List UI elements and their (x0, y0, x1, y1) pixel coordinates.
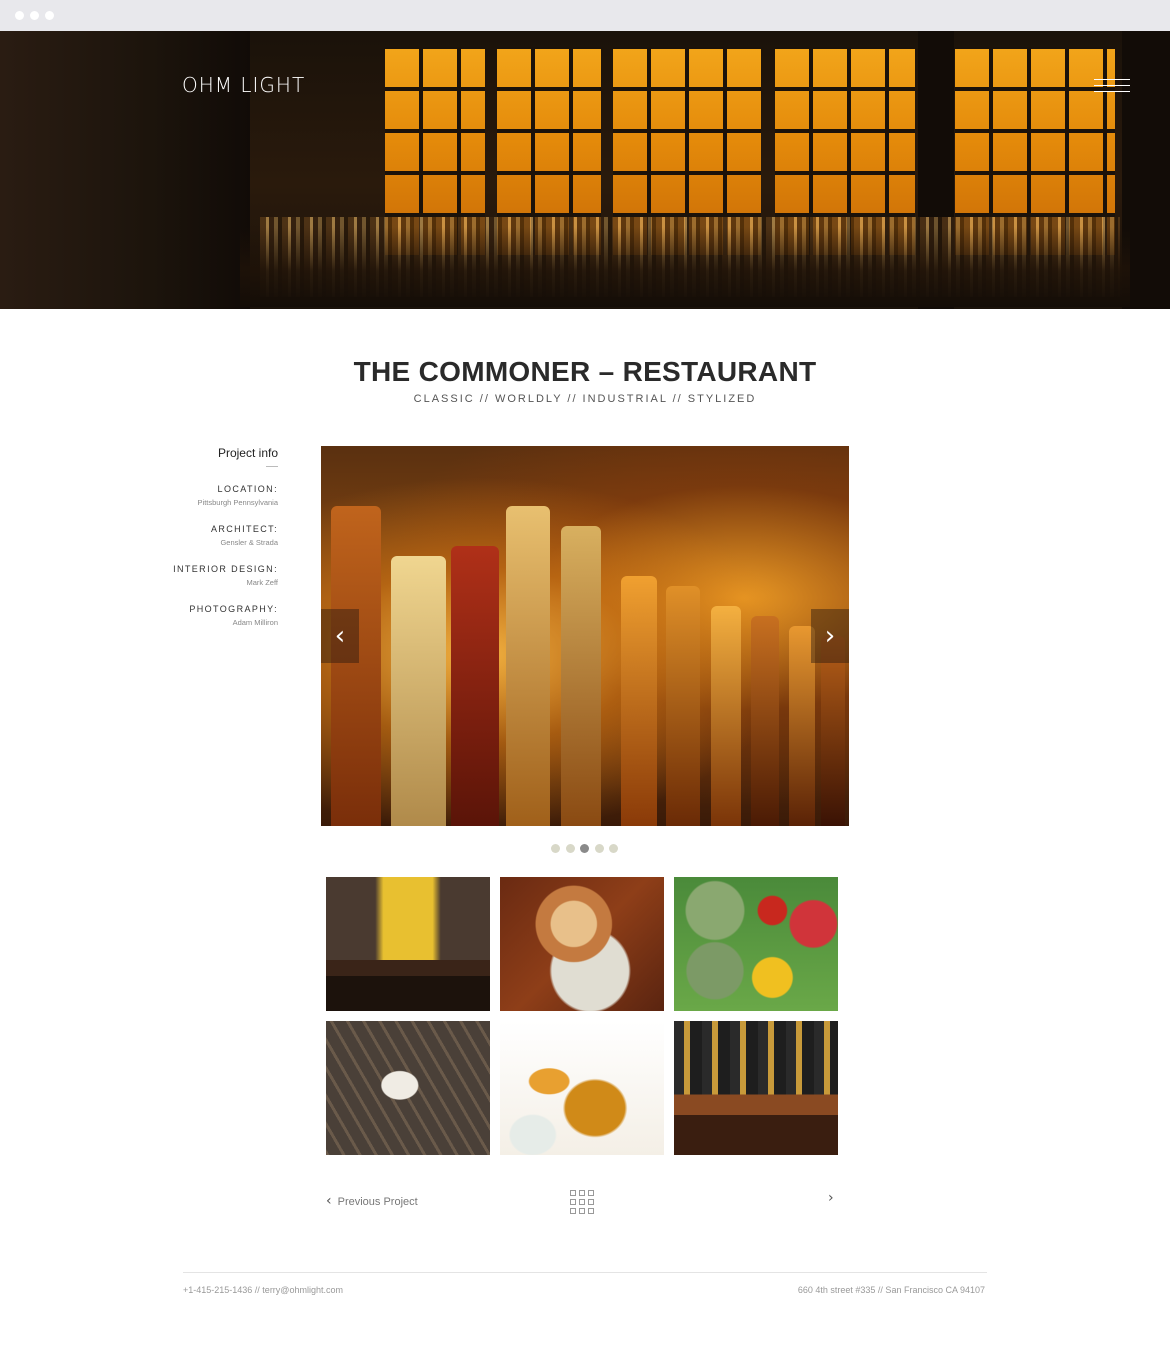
project-info: Project info LOCATION: Pittsburgh Pennsy… (150, 446, 278, 627)
slide-bottle (821, 636, 845, 826)
slide-bottle (666, 586, 700, 826)
slider-prev-button[interactable]: ‹ (321, 609, 359, 663)
footer-address: 660 4th street #335 // San Francisco CA … (797, 1285, 985, 1295)
slide-bottle (331, 506, 381, 826)
slide-bottle (506, 506, 550, 826)
gallery-thumb-flower[interactable] (326, 1021, 490, 1155)
slide-bottle (751, 616, 779, 826)
previous-project-label: Previous Project (337, 1196, 418, 1208)
gallery-thumb-drink[interactable] (500, 877, 664, 1011)
info-value-location: Pittsburgh Pennsylvania (197, 498, 278, 507)
hero-bar-counter (240, 227, 1130, 307)
slide-bottle (711, 606, 741, 826)
hamburger-menu-icon[interactable] (1094, 79, 1130, 93)
window-dot-icon (45, 11, 54, 20)
gallery-thumb-produce[interactable] (674, 877, 838, 1011)
slide-bottle (621, 576, 657, 826)
footer-contact: +1-415-215-1436 // terry@ohmlight.com (183, 1285, 343, 1295)
slider-dot-active[interactable] (580, 844, 589, 853)
next-project-link[interactable]: › (828, 1190, 834, 1206)
slide-bottle (561, 526, 601, 826)
window-dot-icon (15, 11, 24, 20)
info-label-architect: ARCHITECT: (210, 524, 278, 534)
info-label-interior-design: INTERIOR DESIGN: (173, 564, 278, 574)
slider-dot[interactable] (594, 844, 604, 853)
info-value-photography: Adam Milliron (232, 618, 278, 627)
info-label-location: LOCATION: (217, 484, 278, 494)
slide-bottle (391, 556, 446, 826)
slider-dot[interactable] (551, 844, 560, 853)
window-dot-icon (30, 11, 39, 20)
hero-image (0, 31, 1170, 309)
page-subtitle: CLASSIC // WORLDLY // INDUSTRIAL // STYL… (413, 393, 757, 405)
gallery-thumb-bar-wall[interactable] (326, 877, 490, 1011)
info-value-interior-design: Mark Zeff (246, 578, 278, 587)
browser-chrome (0, 0, 1170, 31)
gallery-thumb-whiskey[interactable] (500, 1021, 664, 1155)
previous-project-link[interactable]: ‹ Previous Project (326, 1193, 418, 1209)
slider-dot[interactable] (609, 844, 618, 853)
image-slider[interactable]: ‹ › (321, 446, 849, 826)
footer-divider (183, 1272, 987, 1273)
slide-bottle (451, 546, 499, 826)
grid-icon[interactable] (570, 1190, 594, 1214)
gallery-thumb-taps[interactable] (674, 1021, 838, 1155)
info-label-photography: PHOTOGRAPHY: (189, 604, 278, 614)
page-title: THE COMMONER – RESTAURANT (353, 356, 817, 387)
slider-next-button[interactable]: › (811, 609, 849, 663)
divider (266, 466, 278, 467)
info-value-architect: Gensler & Strada (220, 538, 278, 547)
chevron-left-icon: ‹ (326, 1193, 332, 1209)
slider-dot[interactable] (565, 844, 575, 853)
project-info-heading: Project info (217, 446, 278, 460)
brand-logo[interactable]: OHM LIGHT (182, 73, 305, 97)
